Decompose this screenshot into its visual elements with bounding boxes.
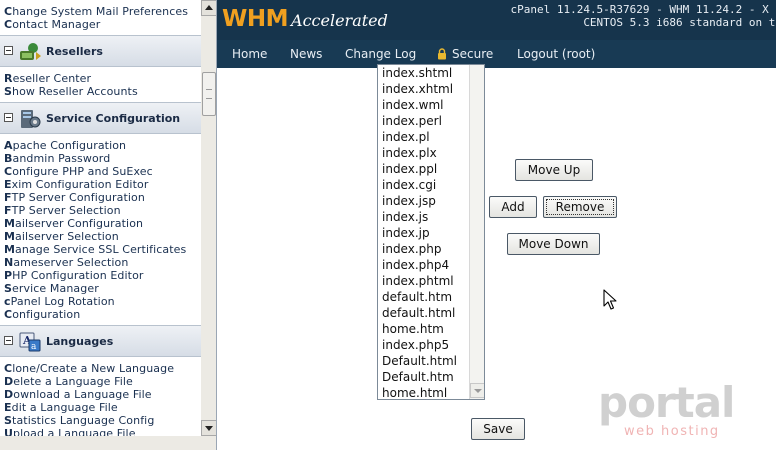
list-item[interactable]: Default.htm (378, 369, 469, 385)
nav-secure[interactable]: Secure (452, 47, 493, 61)
sidebar-link-mailserver-configuration[interactable]: Mailserver Configuration (0, 217, 201, 230)
sidebar-link-bandmin-password[interactable]: Bandmin Password (0, 152, 201, 165)
list-item[interactable]: index.perl (378, 113, 469, 129)
resellers-icon (20, 43, 41, 60)
sidebar-link-apache-configuration[interactable]: Apache Configuration (0, 139, 201, 152)
list-item[interactable]: index.ppl (378, 161, 469, 177)
sidebar-link-statistics-language-config[interactable]: Statistics Language Config (0, 414, 201, 427)
index-files-list: index.shtml index.xhtml index.wml index.… (378, 65, 469, 399)
list-item[interactable]: default.htm (378, 289, 469, 305)
sidebar-bottom-bar (0, 436, 216, 450)
sidebar-scrollbar[interactable] (201, 0, 216, 436)
sidebar-link-edit-language-file[interactable]: Edit a Language File (0, 401, 201, 414)
sidebar-link-exim-configuration-editor[interactable]: Exim Configuration Editor (0, 178, 201, 191)
section-links-languages: Clone/Create a New Language Delete a Lan… (0, 362, 201, 436)
list-item[interactable]: index.php4 (378, 257, 469, 273)
sidebar-link-contact-manager[interactable]: Contact Manager (0, 18, 201, 31)
watermark-brand: portal (598, 378, 735, 427)
list-item[interactable]: index.wml (378, 97, 469, 113)
nav-logout[interactable]: Logout (root) (517, 47, 595, 61)
sidebar-link-cpanel-log-rotation[interactable]: cPanel Log Rotation (0, 295, 201, 308)
mouse-pointer-icon (603, 289, 617, 310)
sidebar-link-configure-php-suexec[interactable]: Configure PHP and SuExec (0, 165, 201, 178)
sidebar-link-download-language-file[interactable]: Download a Language File (0, 388, 201, 401)
list-item[interactable]: index.pl (378, 129, 469, 145)
whm-logo[interactable]: WHM Accelerated (222, 6, 388, 34)
logo-whm-text: WHM (222, 6, 289, 32)
lock-icon (438, 48, 446, 60)
sidebar-link-php-configuration-editor[interactable]: PHP Configuration Editor (0, 269, 201, 282)
collapse-toggle-icon[interactable] (4, 46, 13, 55)
sidebar-link-clone-create-language[interactable]: Clone/Create a New Language (0, 362, 201, 375)
sidebar-link-show-reseller-accounts[interactable]: Show Reseller Accounts (0, 85, 201, 98)
move-down-button[interactable]: Move Down (507, 233, 600, 255)
list-item[interactable]: index.xhtml (378, 81, 469, 97)
list-item[interactable]: index.jsp (378, 193, 469, 209)
portal-watermark: portal web hosting (598, 382, 748, 442)
version-info: cPanel 11.24.5-R37629 - WHM 11.24.2 - X … (510, 3, 776, 29)
sidebar-link-service-manager[interactable]: Service Manager (0, 282, 201, 295)
move-up-button[interactable]: Move Up (515, 159, 593, 181)
sidebar-link-nameserver-selection[interactable]: Nameserver Selection (0, 256, 201, 269)
sidebar-link-reseller-center[interactable]: Reseller Center (0, 72, 201, 85)
list-item[interactable]: home.htm (378, 321, 469, 337)
list-item[interactable]: index.phtml (378, 273, 469, 289)
list-item[interactable]: Default.html (378, 353, 469, 369)
sidebar-link-configuration[interactable]: Configuration (0, 308, 201, 321)
scroll-up-arrow-icon[interactable] (201, 0, 216, 16)
list-item[interactable]: index.php5 (378, 337, 469, 353)
collapse-toggle-icon[interactable] (4, 113, 13, 122)
list-item[interactable]: home.html (378, 385, 469, 399)
section-links-service-configuration: Apache Configuration Bandmin Password Co… (0, 139, 201, 321)
sidebar: Change System Mail Preferences Contact M… (0, 0, 217, 450)
sidebar-link-ftp-server-configuration[interactable]: FTP Server Configuration (0, 191, 201, 204)
list-item[interactable]: index.shtml (378, 65, 469, 81)
section-links-resellers: Reseller Center Show Reseller Accounts (0, 72, 201, 98)
scroll-down-arrow-icon[interactable] (201, 420, 216, 436)
listbox-scrollbar[interactable] (469, 65, 484, 399)
sidebar-link-upload-language-file[interactable]: Upload a Language File (0, 427, 201, 436)
index-files-listbox[interactable]: index.shtml index.xhtml index.wml index.… (377, 64, 485, 400)
scrollbar-thumb[interactable] (202, 72, 216, 116)
languages-icon: A a (19, 332, 41, 352)
section-header-languages[interactable]: A a Languages (0, 325, 201, 357)
sidebar-link-change-mail-prefs[interactable]: Change System Mail Preferences (0, 5, 201, 18)
nav-bar: Home News Change Log Secure Logout (root… (217, 40, 776, 68)
top-header: WHM Accelerated cPanel 11.24.5-R37629 - W… (217, 0, 776, 40)
nav-home[interactable]: Home (232, 47, 267, 61)
section-header-resellers[interactable]: Resellers (0, 35, 201, 67)
list-item[interactable]: index.jp (378, 225, 469, 241)
collapse-toggle-icon[interactable] (4, 336, 13, 345)
sidebar-link-mailserver-selection[interactable]: Mailserver Selection (0, 230, 201, 243)
sidebar-top-links: Change System Mail Preferences Contact M… (0, 5, 201, 31)
svg-text:a: a (31, 342, 37, 352)
list-item[interactable]: index.js (378, 209, 469, 225)
version-line-1: cPanel 11.24.5-R37629 - WHM 11.24.2 - X … (510, 3, 776, 16)
list-item[interactable]: index.cgi (378, 177, 469, 193)
list-item[interactable]: default.html (378, 305, 469, 321)
logo-accelerated-text: Accelerated (291, 11, 388, 30)
list-item[interactable]: index.php (378, 241, 469, 257)
version-line-2: CENTOS 5.3 i686 standard on te (583, 16, 776, 29)
section-title-resellers: Resellers (46, 45, 103, 58)
sidebar-link-manage-ssl-certificates[interactable]: Manage Service SSL Certificates (0, 243, 201, 256)
remove-button[interactable]: Remove (543, 196, 617, 218)
nav-change-log[interactable]: Change Log (345, 47, 416, 61)
list-item[interactable]: index.plx (378, 145, 469, 161)
sidebar-content: Change System Mail Preferences Contact M… (0, 0, 201, 436)
section-header-service-configuration[interactable]: Service Configuration (0, 102, 201, 134)
save-button[interactable]: Save (471, 418, 525, 440)
section-title-languages: Languages (46, 335, 114, 348)
listbox-scroll-down-icon[interactable] (470, 383, 484, 398)
section-title-service-configuration: Service Configuration (46, 112, 181, 125)
nav-news[interactable]: News (290, 47, 322, 61)
sidebar-link-delete-language-file[interactable]: Delete a Language File (0, 375, 201, 388)
watermark-tagline: web hosting (624, 424, 720, 439)
sidebar-link-ftp-server-selection[interactable]: FTP Server Selection (0, 204, 201, 217)
add-button[interactable]: Add (489, 196, 537, 218)
service-config-icon (21, 110, 41, 128)
